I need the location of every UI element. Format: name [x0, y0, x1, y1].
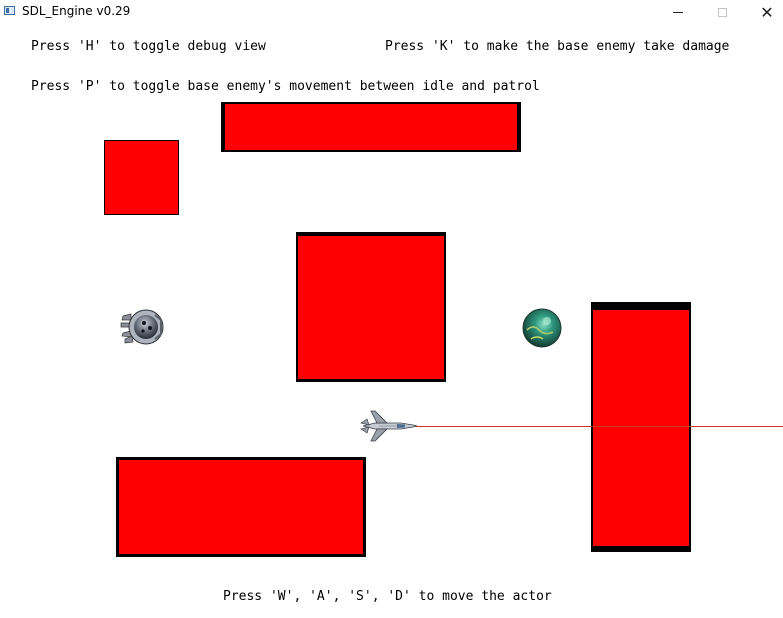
green-orb-icon: [522, 308, 562, 348]
player-aim-ray: [414, 426, 783, 427]
obstacle-bottom-wide: [116, 457, 366, 557]
armored-pod-icon: [120, 309, 164, 345]
window-title: SDL_Engine v0.29: [22, 4, 131, 18]
maximize-icon: [717, 7, 727, 17]
obstacle-right-tall: [591, 302, 691, 552]
obstacle-small-square: [104, 140, 179, 215]
close-button[interactable]: ✕: [744, 0, 783, 24]
app-window-icon: [4, 6, 15, 15]
minimize-button[interactable]: [655, 0, 701, 24]
damage-hint: Press 'K' to make the base enemy take da…: [385, 39, 730, 54]
patrol-toggle-hint: Press 'P' to toggle base enemy's movemen…: [31, 79, 540, 94]
maximize-button[interactable]: [699, 0, 745, 24]
obstacle-top-wide: [221, 102, 521, 152]
obstacle-center-square: [296, 232, 446, 382]
movement-hint: Press 'W', 'A', 'S', 'D' to move the act…: [223, 589, 552, 604]
window-titlebar[interactable]: SDL_Engine v0.29 ✕: [0, 0, 783, 24]
minimize-icon: [673, 11, 683, 13]
close-icon: ✕: [760, 2, 774, 22]
fighter-jet-icon: [360, 410, 418, 442]
debug-toggle-hint: Press 'H' to toggle debug view: [31, 39, 266, 54]
